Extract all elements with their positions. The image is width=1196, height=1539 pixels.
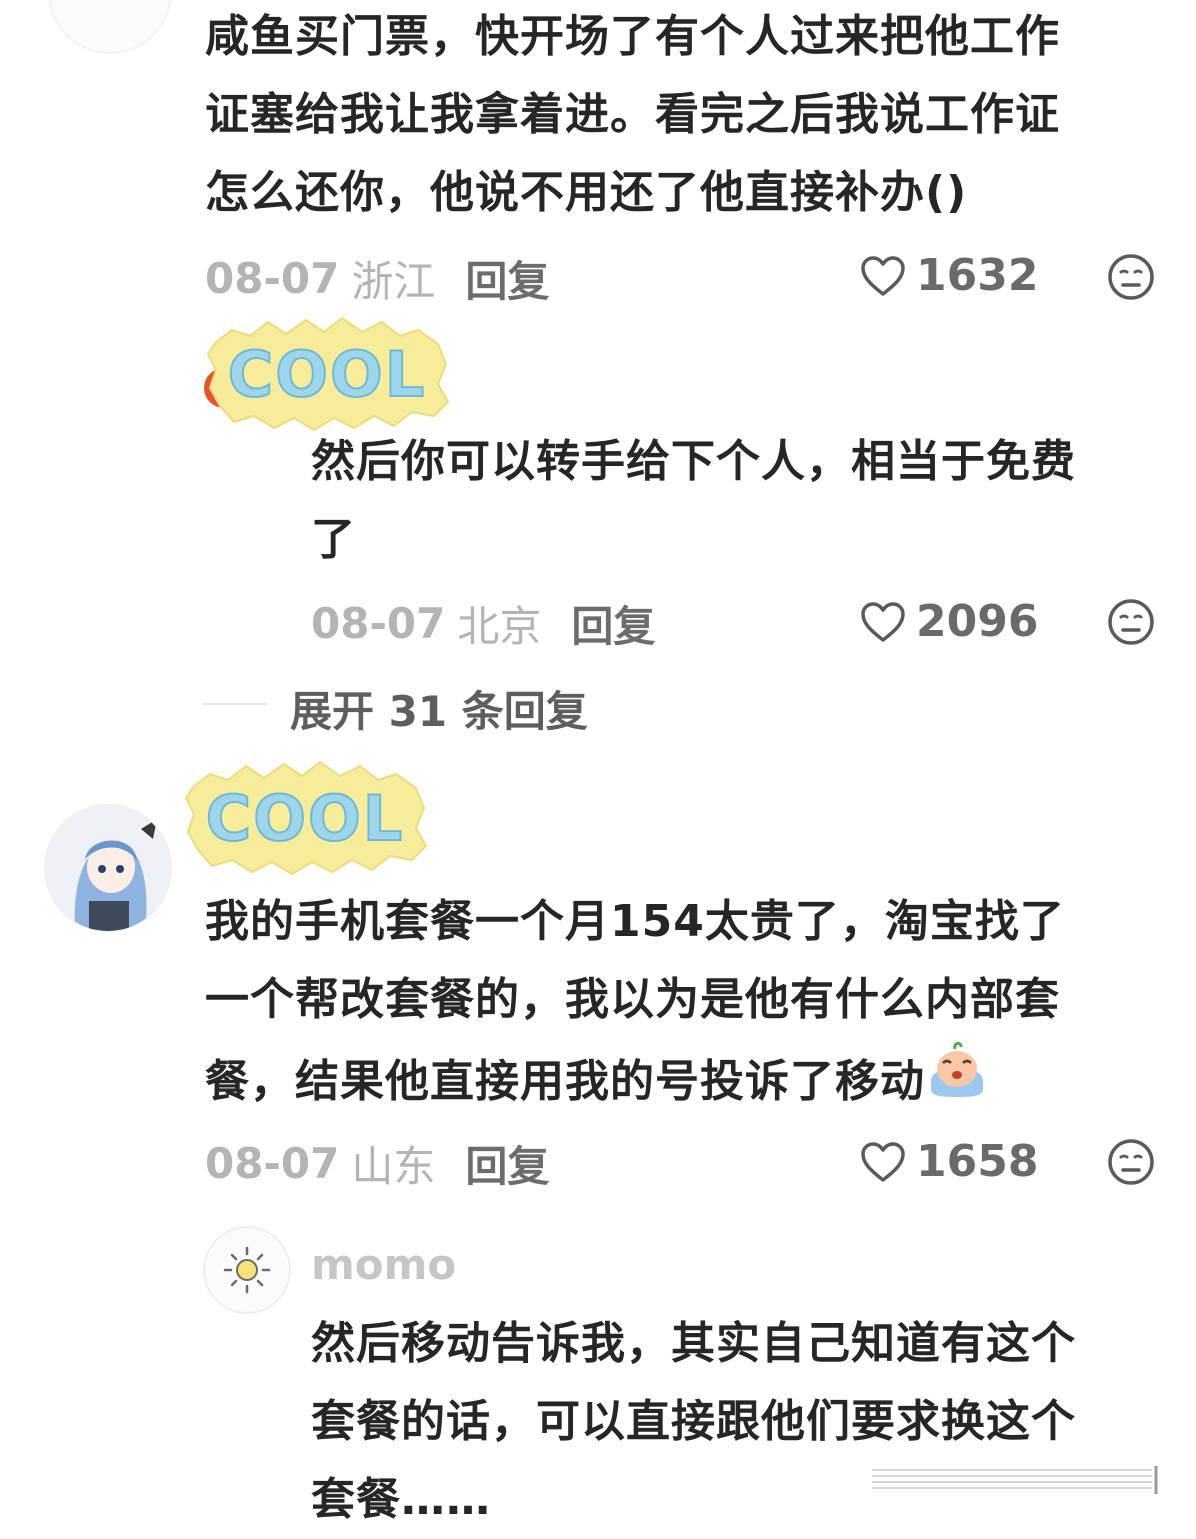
comment-line: 餐，结果他直接用我的号投诉了移动 bbox=[205, 1055, 925, 1107]
avatar[interactable] bbox=[44, 804, 172, 932]
face-icon[interactable] bbox=[1106, 597, 1156, 651]
comment-line: 怎么还你，他说不用还了他直接补办() bbox=[205, 167, 968, 218]
comment-location: 山东 bbox=[351, 1142, 436, 1191]
heart-icon bbox=[860, 255, 906, 297]
comment-text: 我的手机套餐一个月154太贵了，淘宝找了 一个帮改套餐的，我以为是他有什么内部套… bbox=[205, 883, 1065, 1124]
face-icon[interactable] bbox=[1106, 1137, 1156, 1191]
comment-line: 一个帮改套餐的，我以为是他有什么内部套 bbox=[205, 974, 1060, 1025]
cat-avatar-icon bbox=[50, 0, 170, 52]
heart-icon bbox=[860, 601, 906, 643]
comment-line-with-emoji: 餐，结果他直接用我的号投诉了移动 bbox=[205, 1039, 1065, 1124]
sun-icon bbox=[223, 1246, 271, 1294]
like-count: 2096 bbox=[916, 596, 1039, 647]
comment-meta: 08-07 北京 回复 bbox=[311, 593, 655, 654]
watermark bbox=[872, 1466, 1162, 1494]
expand-replies-button[interactable]: 展开 31 条回复 bbox=[290, 678, 588, 739]
crying-emoji-icon bbox=[925, 1039, 989, 1124]
comment-line: 了 bbox=[311, 514, 356, 565]
comment-date: 08-07 bbox=[205, 254, 340, 303]
avatar[interactable]: COOL bbox=[202, 312, 452, 432]
comment-line: 然后移动告诉我，其实自己知道有这个 bbox=[311, 1318, 1076, 1369]
comment-line: 然后你可以转手给下个人，相当于免费 bbox=[311, 436, 1076, 487]
like-button[interactable]: 2096 bbox=[860, 596, 1038, 647]
comment-text: 然后移动告诉我，其实自己知道有这个 套餐的话，可以直接跟他们要求换这个 套餐…… bbox=[311, 1305, 1076, 1539]
comment-line: 套餐的话，可以直接跟他们要求换这个 bbox=[311, 1396, 1076, 1447]
anime-girl-avatar-icon bbox=[45, 805, 171, 931]
like-button[interactable]: 1658 bbox=[860, 1136, 1038, 1187]
comment-line: 我的手机套餐一个月154太贵了，淘宝找了 bbox=[205, 896, 1065, 947]
divider bbox=[203, 703, 267, 705]
comment-meta: 08-07 浙江 回复 bbox=[205, 248, 549, 309]
cool-badge-icon: COOL bbox=[204, 316, 450, 432]
comment-location: 北京 bbox=[457, 602, 542, 651]
like-count: 1632 bbox=[916, 250, 1039, 301]
comment-date: 08-07 bbox=[311, 599, 446, 648]
comment-location: 浙江 bbox=[351, 257, 436, 306]
avatar[interactable] bbox=[203, 1226, 291, 1314]
like-count: 1658 bbox=[916, 1136, 1039, 1187]
reply-button[interactable]: 回复 bbox=[465, 248, 549, 309]
comment-meta: 08-07 山东 回复 bbox=[205, 1133, 549, 1194]
comment-line: 咸鱼买门票，快开场了有个人过来把他工作 bbox=[205, 11, 1060, 62]
like-button[interactable]: 1632 bbox=[860, 250, 1038, 301]
username[interactable]: momo bbox=[311, 1240, 456, 1289]
cool-badge-icon: COOL bbox=[184, 760, 428, 876]
comment-date: 08-07 bbox=[205, 1139, 340, 1188]
reply-button[interactable]: 回复 bbox=[571, 593, 655, 654]
heart-icon bbox=[860, 1141, 906, 1183]
comment-text: 咸鱼买门票，快开场了有个人过来把他工作 证塞给我让我拿着进。看完之后我说工作证 … bbox=[205, 0, 1060, 232]
avatar[interactable] bbox=[48, 0, 172, 54]
avatar[interactable]: COOL bbox=[180, 756, 430, 876]
reply-button[interactable]: 回复 bbox=[465, 1133, 549, 1194]
badge-text: COOL bbox=[228, 338, 426, 411]
badge-text: COOL bbox=[206, 782, 404, 855]
comment-line: 证塞给我让我拿着进。看完之后我说工作证 bbox=[205, 89, 1060, 140]
face-icon[interactable] bbox=[1106, 252, 1156, 306]
comment-text: 然后你可以转手给下个人，相当于免费 了 bbox=[311, 423, 1076, 579]
